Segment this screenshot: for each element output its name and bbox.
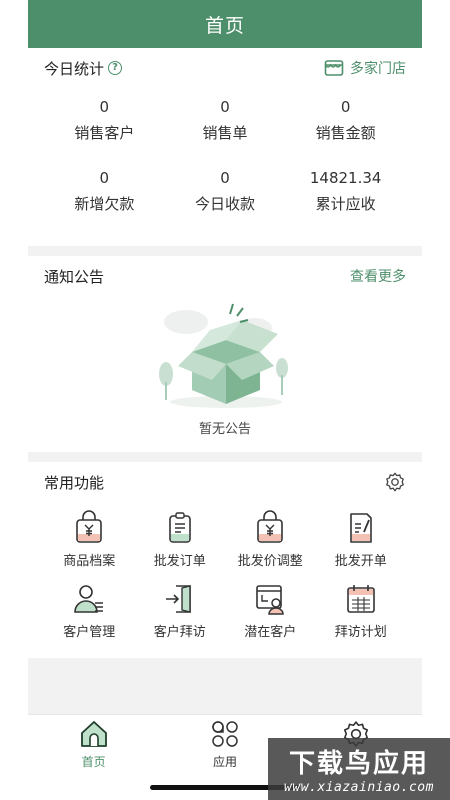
stat-value: 0 — [340, 98, 351, 116]
stats-header: 今日统计 ? 多家门店 — [44, 48, 406, 88]
tab-home[interactable]: 首页 — [28, 715, 159, 800]
watermark-logo: 下载鸟应用 www.xiazainiao.com — [268, 738, 450, 800]
tab-label: 首页 — [81, 755, 106, 769]
settings-gear-icon[interactable] — [384, 471, 406, 493]
app-screen: 首页 今日统计 ? 多家门店 0 销售客户 0 销售单 0 销售金额 0 新增欠… — [28, 0, 422, 800]
stat-label: 累计应收 — [315, 195, 376, 213]
empty-notice-text: 暂无公告 — [198, 422, 251, 437]
watermark-title: 下载鸟应用 — [288, 749, 429, 779]
door-enter-icon — [165, 585, 191, 613]
document-edit-icon — [349, 513, 372, 543]
stat-value: 14821.34 — [309, 169, 382, 187]
clipboard-icon — [168, 512, 191, 543]
store-icon — [324, 60, 344, 76]
func-customer-management[interactable]: 客户管理 — [44, 581, 135, 640]
home-icon — [80, 721, 107, 747]
notice-card: 通知公告 查看更多 暂无公告 — [28, 256, 422, 452]
tab-label: 应用 — [212, 755, 237, 769]
functions-grid: 商品档案 批发订单 批发价调整 批发开单 客户管理 客户拜访 潜在客户 拜访计划 — [44, 502, 406, 640]
func-visit-plan[interactable]: 拜访计划 — [316, 581, 407, 640]
func-label: 客户拜访 — [153, 625, 206, 640]
func-potential-customers[interactable]: 潜在客户 — [225, 581, 316, 640]
section-divider — [28, 452, 422, 462]
apps-icon — [212, 721, 238, 747]
today-stats-card: 今日统计 ? 多家门店 0 销售客户 0 销售单 0 销售金额 0 新增欠款 0… — [28, 48, 422, 246]
func-wholesale-billing[interactable]: 批发开单 — [316, 510, 407, 569]
stat-label: 新增欠款 — [74, 195, 135, 213]
stats-title: 今日统计 — [44, 59, 105, 78]
notice-header: 通知公告 查看更多 — [44, 256, 406, 296]
functions-title: 常用功能 — [44, 473, 105, 492]
page-title: 首页 — [204, 14, 245, 37]
stat-value: 0 — [220, 169, 230, 187]
help-icon[interactable]: ? — [108, 61, 123, 75]
stat-label: 销售金额 — [315, 124, 376, 142]
calendar-icon — [346, 585, 375, 613]
func-label: 批发价调整 — [237, 554, 303, 569]
stats-grid: 0 销售客户 0 销售单 0 销售金额 0 新增欠款 0 今日收款 14821.… — [44, 88, 406, 214]
func-price-adjust[interactable]: 批发价调整 — [225, 510, 316, 569]
stat-label: 销售客户 — [74, 124, 135, 142]
view-more-link[interactable]: 查看更多 — [350, 266, 406, 286]
stats-title-wrap: 今日统计 ? — [44, 58, 123, 79]
func-product-archive[interactable]: 商品档案 — [44, 510, 135, 569]
func-customer-visit[interactable]: 客户拜访 — [135, 581, 226, 640]
func-label: 批发订单 — [153, 554, 206, 569]
watermark-url: www.xiazainiao.com — [284, 780, 434, 795]
stat-value: 0 — [99, 98, 110, 116]
bag-yuan-icon — [76, 510, 103, 543]
section-divider — [28, 246, 422, 256]
stat-label: 销售单 — [202, 124, 248, 142]
func-label: 潜在客户 — [244, 625, 297, 640]
stat-sales-orders[interactable]: 0 销售单 — [165, 98, 286, 143]
stat-sales-amount[interactable]: 0 销售金额 — [285, 98, 406, 143]
multi-store-label: 多家门店 — [350, 61, 406, 77]
bag-yuan-icon — [257, 510, 284, 543]
functions-header: 常用功能 — [44, 462, 406, 502]
stat-new-debt[interactable]: 0 新增欠款 — [44, 169, 165, 214]
stat-label: 今日收款 — [194, 195, 255, 213]
empty-box-illustration — [159, 303, 288, 408]
user-list-icon — [74, 585, 104, 613]
stat-value: 0 — [99, 169, 110, 187]
func-label: 客户管理 — [63, 625, 116, 640]
notice-empty-state: 暂无公告 — [44, 296, 406, 437]
stat-total-receivable[interactable]: 14821.34 累计应收 — [285, 169, 406, 214]
func-label: 批发开单 — [334, 554, 387, 569]
stat-today-receipts[interactable]: 0 今日收款 — [165, 169, 286, 214]
func-wholesale-order[interactable]: 批发订单 — [135, 510, 226, 569]
user-window-icon — [256, 585, 285, 615]
func-label: 商品档案 — [63, 554, 116, 569]
stat-sales-customers[interactable]: 0 销售客户 — [44, 98, 165, 143]
common-functions-card: 常用功能 商品档案 批发订单 批发价调整 批发开单 客户管理 客户拜访 潜在客户… — [28, 462, 422, 658]
notice-title: 通知公告 — [44, 267, 105, 286]
page-header: 首页 — [28, 0, 422, 48]
func-label: 拜访计划 — [334, 625, 387, 640]
multi-store-link[interactable]: 多家门店 — [324, 58, 406, 78]
stat-value: 0 — [220, 98, 230, 116]
